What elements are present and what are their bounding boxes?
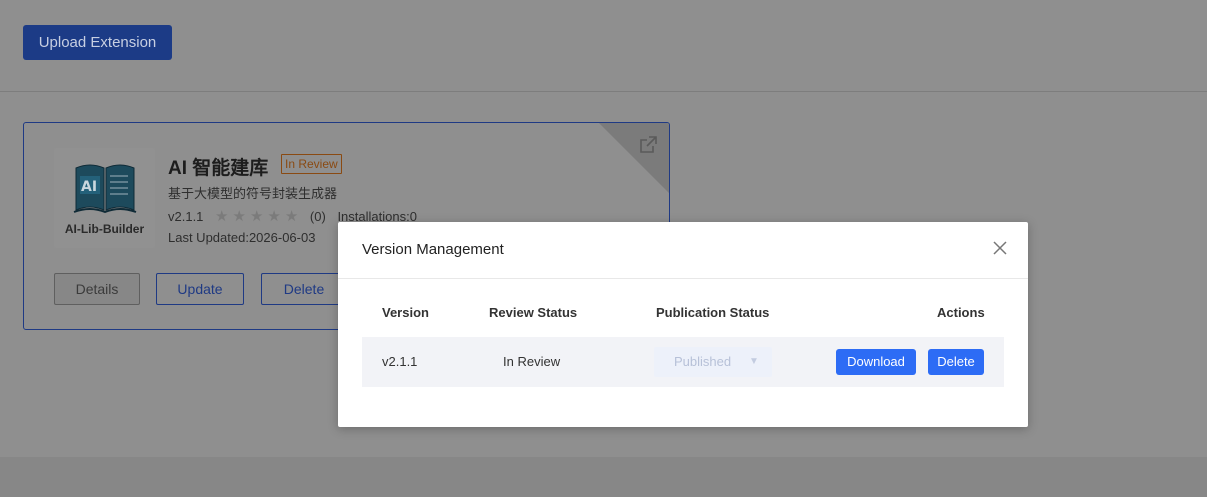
- dialog-title: Version Management: [362, 241, 504, 258]
- row-delete-button[interactable]: Delete: [928, 349, 984, 375]
- svg-text:AI: AI: [81, 179, 97, 195]
- last-updated: Last Updated:2026-06-03: [168, 230, 316, 245]
- bottom-band: [0, 457, 1207, 497]
- download-button[interactable]: Download: [836, 349, 916, 375]
- extension-subtitle: 基于大模型的符号封装生成器: [168, 186, 338, 201]
- version-management-dialog: Version Management Version Review Status…: [338, 222, 1028, 427]
- chevron-down-icon: ▼: [749, 356, 759, 367]
- upload-extension-button[interactable]: Upload Extension: [23, 25, 172, 60]
- card-corner-ribbon: [599, 123, 669, 193]
- publication-status-value: Published: [674, 354, 732, 369]
- update-button[interactable]: Update: [156, 273, 244, 305]
- extension-logo: AI AI-Lib-Builder: [54, 148, 155, 248]
- column-header-review-status: Review Status: [489, 305, 578, 320]
- share-icon[interactable]: [638, 135, 658, 155]
- publication-status-select[interactable]: Published ▼: [654, 347, 772, 377]
- status-badge: In Review: [281, 154, 342, 174]
- row-review-status: In Review: [503, 354, 561, 369]
- column-header-actions: Actions: [937, 305, 985, 320]
- version-text: v2.1.1: [168, 209, 204, 224]
- open-book-icon: AI: [73, 164, 137, 214]
- table-row: v2.1.1 In Review Published ▼ Download De…: [362, 337, 1004, 387]
- delete-button[interactable]: Delete: [261, 273, 347, 305]
- dialog-divider: [338, 278, 1028, 279]
- rating-count: (0): [309, 209, 326, 224]
- column-header-publication-status: Publication Status: [656, 305, 770, 320]
- page-root: Upload Extension · AI: [0, 0, 1207, 497]
- extension-title: AI 智能建库: [168, 158, 269, 179]
- details-button[interactable]: Details: [54, 273, 140, 305]
- top-toolbar: Upload Extension: [0, 0, 1207, 92]
- column-header-version: Version: [382, 305, 429, 320]
- logo-caption: AI-Lib-Builder: [64, 222, 145, 236]
- close-icon[interactable]: [992, 240, 1008, 256]
- rating-stars-icon: ★★★★★: [215, 208, 303, 225]
- row-version: v2.1.1: [382, 354, 418, 369]
